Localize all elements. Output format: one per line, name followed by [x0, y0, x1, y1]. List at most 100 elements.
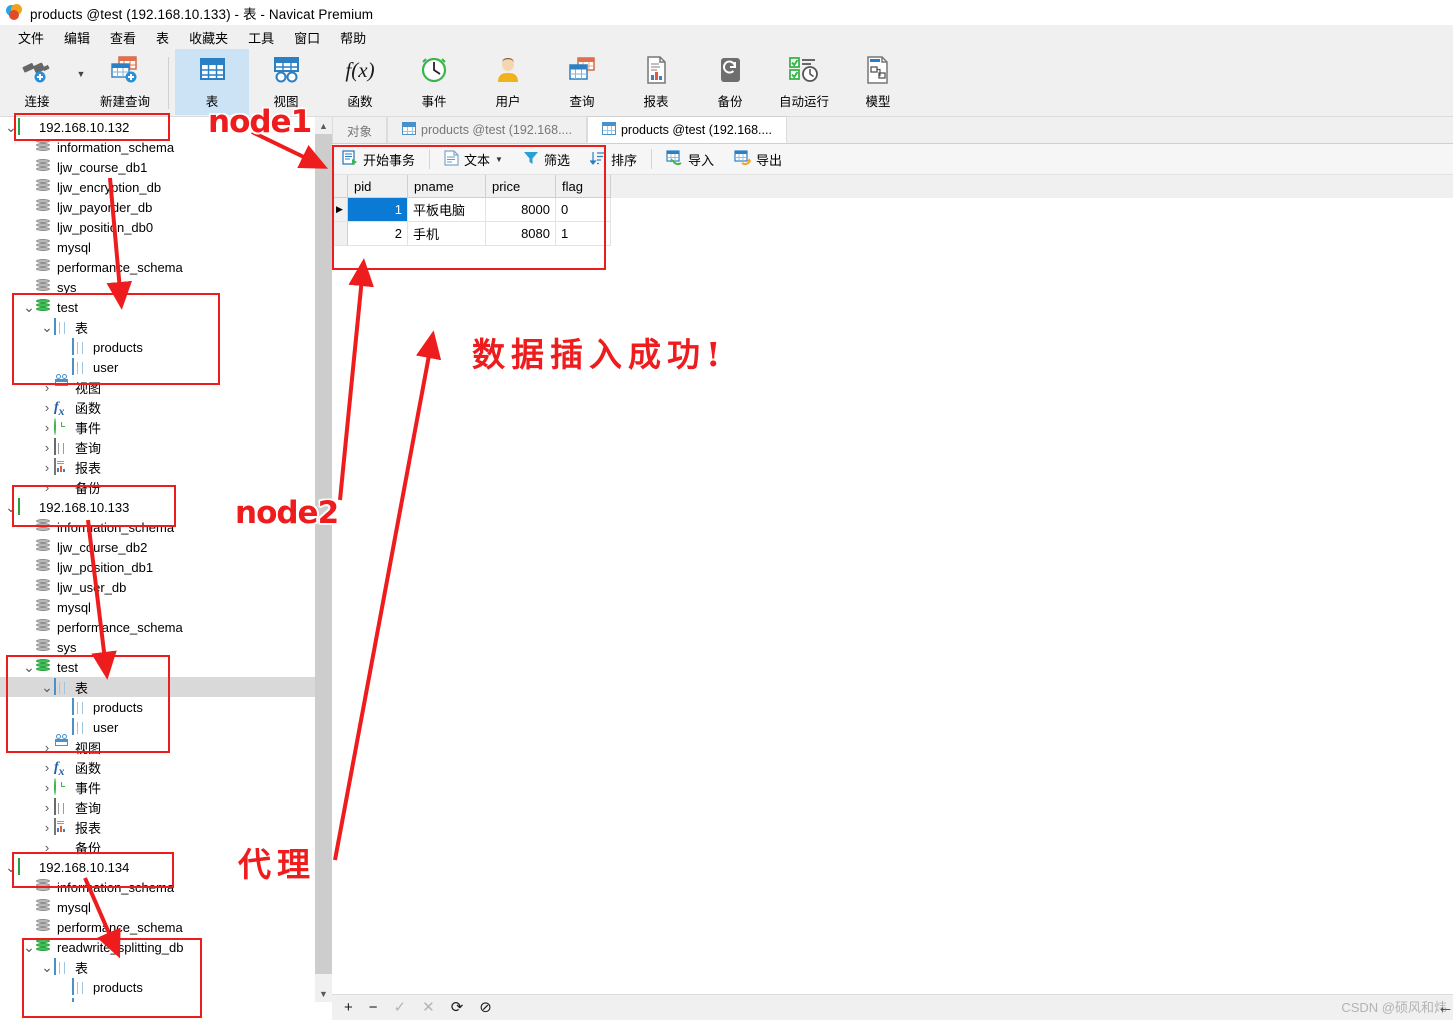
record-plus[interactable]: + [344, 1000, 353, 1015]
chevron-down-icon[interactable]: ⌄ [4, 857, 18, 877]
tree-item---10[interactable]: ⌄ 表 [0, 317, 315, 337]
toolbar-button-automation[interactable]: 自动运行 [767, 49, 841, 115]
table-row[interactable]: 2 手机 8080 1 [332, 222, 1453, 246]
table-row[interactable]: ▶ 1 平板电脑 8000 0 [332, 198, 1453, 222]
tree-item-ljw_position_db0-5[interactable]: ljw_position_db0 [0, 217, 315, 237]
tree-item---17[interactable]: › 报表 [0, 457, 315, 477]
chevron-down-icon[interactable]: ⌄ [4, 497, 18, 517]
menu-window[interactable]: 窗口 [284, 26, 330, 49]
tree-item-ljw_position_db1-22[interactable]: ljw_position_db1 [0, 557, 315, 577]
tree-item-user-30[interactable]: user [0, 717, 315, 737]
menu-edit[interactable]: 编辑 [54, 26, 100, 49]
record-refresh[interactable]: ⟳ [451, 1000, 464, 1015]
chevron-down-icon[interactable]: ⌄ [40, 317, 54, 337]
menu-file[interactable]: 文件 [8, 26, 54, 49]
grid-toolbar-text[interactable]: 文本 ▼ [434, 144, 513, 175]
chevron-right-icon[interactable]: › [40, 477, 54, 497]
tree-item---13[interactable]: › 视图 [0, 373, 315, 397]
tree-item-readwrite_splitting_db-41[interactable]: ⌄ readwrite_splitting_db [0, 937, 315, 957]
toolbar-button-model[interactable]: 模型 [841, 49, 915, 115]
toolbar-button-query[interactable]: 查询 [545, 49, 619, 115]
chevron-right-icon[interactable]: › [40, 837, 54, 857]
tree-item---32[interactable]: › fx 函数 [0, 757, 315, 778]
tree-item---28[interactable]: ⌄ 表 [0, 677, 315, 697]
tree-item-mysql-39[interactable]: mysql [0, 897, 315, 917]
tree-item-performance_schema-40[interactable]: performance_schema [0, 917, 315, 937]
column-header-flag[interactable]: flag [556, 175, 611, 198]
data-grid[interactable]: pid pname price flag ▶ 1 平板电脑 8000 0 2 手机 8080 1 [332, 175, 1453, 246]
tree-item-user-44[interactable]: user [0, 997, 315, 1002]
chevron-down-icon[interactable]: ⌄ [4, 117, 18, 137]
tree-item-products-29[interactable]: products [0, 697, 315, 717]
table-cell-flag[interactable]: 0 [556, 198, 611, 222]
chevron-right-icon[interactable]: › [40, 437, 54, 457]
table-cell-price[interactable]: 8000 [486, 198, 556, 222]
tree-item-information_schema-38[interactable]: information_schema [0, 877, 315, 897]
table-cell-pid[interactable]: 2 [348, 222, 408, 246]
toolbar-button-backup[interactable]: 备份 [693, 49, 767, 115]
tree-item-ljw_payorder_db-4[interactable]: ljw_payorder_db [0, 197, 315, 217]
table-cell-pid[interactable]: 1 [348, 198, 408, 222]
tree-item---42[interactable]: ⌄ 表 [0, 957, 315, 977]
chevron-right-icon[interactable]: › [40, 797, 54, 817]
sidebar-scrollbar[interactable]: ▲ ▼ [315, 117, 332, 1002]
record-stop[interactable]: ⊘ [479, 1000, 492, 1015]
chevron-right-icon[interactable]: › [40, 397, 54, 417]
object-tree-sidebar[interactable]: ⌄ 192.168.10.132 information_schema ljw_cou… [0, 117, 315, 1002]
tab-0[interactable]: 对象 [332, 117, 388, 143]
toolbar-button-table[interactable]: 表 [175, 49, 249, 115]
tree-item-performance_schema-7[interactable]: performance_schema [0, 257, 315, 277]
chevron-right-icon[interactable]: › [40, 457, 54, 477]
chevron-down-icon[interactable]: ⌄ [22, 937, 36, 957]
menu-tools[interactable]: 工具 [238, 26, 284, 49]
record-minus[interactable]: − [369, 1000, 378, 1015]
tab-1[interactable]: products @test (192.168.... [387, 117, 587, 143]
tree-item-test-27[interactable]: ⌄ test [0, 657, 315, 677]
tree-item---18[interactable]: › 备份 [0, 477, 315, 497]
tree-item---14[interactable]: › fx 函数 [0, 397, 315, 418]
tab-2[interactable]: products @test (192.168.... [586, 116, 787, 143]
toolbar-button-user[interactable]: 用户 [471, 49, 545, 115]
chevron-right-icon[interactable]: › [40, 817, 54, 837]
toolbar-button-report[interactable]: 报表 [619, 49, 693, 115]
tree-item---36[interactable]: › 备份 [0, 837, 315, 857]
tree-item-192-168-10-132-0[interactable]: ⌄ 192.168.10.132 [0, 117, 315, 137]
scrollbar-thumb[interactable] [315, 134, 332, 974]
tree-item-ljw_course_db2-21[interactable]: ljw_course_db2 [0, 537, 315, 557]
menu-help[interactable]: 帮助 [330, 26, 376, 49]
toolbar-button-connection[interactable]: 连接 [0, 49, 74, 115]
chevron-right-icon[interactable]: › [40, 777, 54, 797]
table-cell-flag[interactable]: 1 [556, 222, 611, 246]
tree-item-192-168-10-133-19[interactable]: ⌄ 192.168.10.133 [0, 497, 315, 517]
chevron-down-icon[interactable]: ⌄ [22, 657, 36, 677]
tree-item-ljw_encryption_db-3[interactable]: ljw_encryption_db [0, 177, 315, 197]
chevron-down-icon[interactable]: ⌄ [40, 677, 54, 697]
tree-item-information_schema-20[interactable]: information_schema [0, 517, 315, 537]
tree-item-performance_schema-25[interactable]: performance_schema [0, 617, 315, 637]
tree-item-information_schema-1[interactable]: information_schema [0, 137, 315, 157]
tree-item-ljw_user_db-23[interactable]: ljw_user_db [0, 577, 315, 597]
toolbar-button-new-query[interactable]: 新建查询 [88, 49, 162, 115]
tree-item---35[interactable]: › 报表 [0, 817, 315, 837]
grid-toolbar-import[interactable]: 导入 [656, 144, 724, 175]
scroll-up-icon[interactable]: ▲ [315, 117, 332, 134]
column-header-pid[interactable]: pid [348, 175, 408, 198]
column-header-price[interactable]: price [486, 175, 556, 198]
tree-item-products-11[interactable]: products [0, 337, 315, 357]
menu-table[interactable]: 表 [146, 26, 179, 49]
table-cell-price[interactable]: 8080 [486, 222, 556, 246]
tree-item-products-43[interactable]: products [0, 977, 315, 997]
grid-toolbar-filter[interactable]: 筛选 [513, 144, 580, 175]
menu-view[interactable]: 查看 [100, 26, 146, 49]
tree-item---15[interactable]: › 事件 [0, 417, 315, 437]
chevron-right-icon[interactable]: › [40, 737, 54, 757]
data-grid-body[interactable]: ▶ 1 平板电脑 8000 0 2 手机 8080 1 [332, 198, 1453, 246]
chevron-down-icon[interactable]: ▼ [74, 49, 88, 115]
tree-item-sys-8[interactable]: sys [0, 277, 315, 297]
grid-toolbar-sort[interactable]: 排序 [580, 144, 647, 175]
tree-item---16[interactable]: › 查询 [0, 437, 315, 457]
toolbar-button-event-clock[interactable]: 事件 [397, 49, 471, 115]
tree-item-user-12[interactable]: user [0, 357, 315, 377]
tree-item-192-168-10-134-37[interactable]: ⌄ 192.168.10.134 [0, 857, 315, 877]
scroll-down-icon[interactable]: ▼ [315, 985, 332, 1002]
